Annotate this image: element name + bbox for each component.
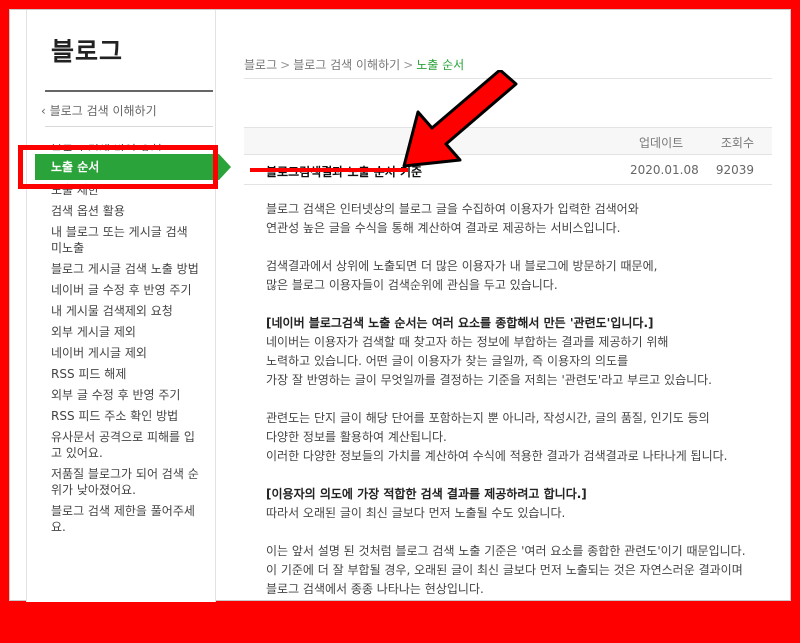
sidebar-item-search-reflect-request[interactable]: 블로그 검색 반영 요청 bbox=[51, 142, 201, 151]
paragraph: 관련도는 단지 글이 해당 단어를 포함하는지 뿐 아니라, 작성시간, 글의 … bbox=[266, 409, 766, 466]
text-line: 관련도는 단지 글이 해당 단어를 포함하는지 뿐 아니라, 작성시간, 글의 … bbox=[266, 411, 710, 425]
text-line: 많은 블로그 이용자들이 검색순위에 관심을 두고 있습니다. bbox=[266, 278, 558, 292]
row-date: 2020.01.08 bbox=[630, 163, 699, 177]
text-line: 블로그 검색은 인터넷상의 블로그 글을 수집하여 이용자가 입력한 검색어와 bbox=[266, 202, 639, 216]
text-line: 이 기준에 더 잘 부합될 경우, 오래된 글이 최신 글보다 먼저 노출되는 … bbox=[266, 563, 743, 577]
sidebar-item-naver-edit-cycle[interactable]: 네이버 글 수정 후 반영 주기 bbox=[51, 282, 201, 298]
sidebar-item-not-exposed[interactable]: 내 블로그 또는 게시글 검색 미노출 bbox=[51, 224, 201, 256]
sidebar-item-exposure-limit[interactable]: 노출 제한 bbox=[51, 182, 201, 198]
sidebar-item-exposure-method[interactable]: 블로그 게시글 검색 노출 방법 bbox=[51, 261, 201, 277]
sidebar-item-lift-restriction[interactable]: 블로그 검색 제한을 풀어주세 요. bbox=[51, 503, 201, 535]
divider bbox=[45, 126, 213, 127]
column-header-views: 조회수 bbox=[720, 136, 754, 150]
back-link-label: 블로그 검색 이해하기 bbox=[49, 104, 157, 118]
row-views: 92039 bbox=[715, 163, 754, 177]
sidebar-item-low-quality[interactable]: 저품질 블로그가 되어 검색 순 위가 낮아졌어요. bbox=[51, 466, 201, 498]
paragraph: 이는 앞서 설명 된 것처럼 블로그 검색 노출 기준은 '여러 요소를 종합한… bbox=[266, 542, 766, 599]
breadcrumb-item-blog[interactable]: 블로그 bbox=[244, 58, 277, 72]
sidebar: 블로그 ‹ 블로그 검색 이해하기 블로그 검색 반영 요청 노출 순서 노출 … bbox=[26, 10, 231, 602]
chevron-left-icon: ‹ bbox=[41, 104, 46, 118]
divider bbox=[45, 90, 213, 92]
annotation-arrow-icon bbox=[402, 70, 518, 168]
paragraph: [이용자의 의도에 가장 적합한 검색 결과를 제공하려고 합니다.] 따라서 … bbox=[266, 485, 766, 523]
paragraph: [네이버 블로그검색 노출 순서는 여러 요소를 종합해서 만든 '관련도'입니… bbox=[266, 314, 766, 390]
text-line: 가장 잘 반영하는 글이 무엇일까를 결정하는 기준을 저희는 '관련도'라고 … bbox=[266, 373, 712, 387]
sidebar-item-external-edit-cycle[interactable]: 외부 글 수정 후 반영 주기 bbox=[51, 387, 201, 403]
sidebar-item-exclude-request[interactable]: 내 게시물 검색제외 요청 bbox=[51, 303, 201, 319]
text-line: 네이버는 이용자가 검색할 때 찾고자 하는 정보에 부합하는 결과를 제공하기… bbox=[266, 335, 669, 349]
section-heading: [이용자의 의도에 가장 적합한 검색 결과를 제공하려고 합니다.] bbox=[266, 487, 587, 501]
text-line: 검색결과에서 상위에 노출되면 더 많은 이용자가 내 블로그에 방문하기 때문… bbox=[266, 259, 658, 273]
sidebar-item-rss-release[interactable]: RSS 피드 해제 bbox=[51, 366, 201, 382]
section-heading: [네이버 블로그검색 노출 순서는 여러 요소를 종합해서 만든 '관련도'입니… bbox=[266, 316, 654, 330]
sidebar-item-similar-attack[interactable]: 유사문서 공격으로 피해를 입 고 있어요. bbox=[51, 429, 201, 461]
sidebar-item-naver-exclude[interactable]: 네이버 게시글 제외 bbox=[51, 345, 201, 361]
text-line: 연관성 높은 글을 수식을 통해 계산하여 결과로 제공하는 서비스입니다. bbox=[266, 221, 621, 235]
text-line: 이러한 다양한 정보들의 가치를 계산하여 수식에 적용한 결과가 검색결과로 … bbox=[266, 449, 728, 463]
sidebar-item-search-options[interactable]: 검색 옵션 활용 bbox=[51, 203, 201, 219]
sidebar-menu: 블로그 검색 반영 요청 노출 순서 노출 제한 검색 옵션 활용 내 블로그 … bbox=[35, 142, 231, 540]
sidebar-item-exposure-order[interactable]: 노출 순서 bbox=[35, 154, 231, 180]
text-line: 노력하고 있습니다. 어떤 글이 이용자가 찾는 글일까, 즉 이용자의 의도를 bbox=[266, 354, 629, 368]
back-link[interactable]: ‹ 블로그 검색 이해하기 bbox=[41, 102, 157, 119]
text-line: 이는 앞서 설명 된 것처럼 블로그 검색 노출 기준은 '여러 요소를 종합한… bbox=[266, 544, 746, 558]
breadcrumb-separator: > bbox=[280, 58, 291, 72]
column-header-updated: 업데이트 bbox=[639, 136, 684, 150]
sidebar-title: 블로그 bbox=[51, 37, 124, 66]
paragraph: 블로그 검색은 인터넷상의 블로그 글을 수집하여 이용자가 입력한 검색어와 … bbox=[266, 200, 766, 238]
article-body: 블로그 검색은 인터넷상의 블로그 글을 수집하여 이용자가 입력한 검색어와 … bbox=[266, 200, 766, 618]
text-line: 블로그 검색에서 종종 나타나는 현상입니다. bbox=[266, 582, 484, 596]
paragraph: 검색결과에서 상위에 노출되면 더 많은 이용자가 내 블로그에 방문하기 때문… bbox=[266, 257, 766, 295]
sidebar-item-rss-address[interactable]: RSS 피드 주소 확인 방법 bbox=[51, 408, 201, 424]
text-line: 다양한 정보를 활용하여 계산됩니다. bbox=[266, 430, 447, 444]
text-line: 따라서 오래된 글이 최신 글보다 먼저 노출될 수도 있습니다. bbox=[266, 506, 566, 520]
sidebar-item-external-exclude[interactable]: 외부 게시글 제외 bbox=[51, 324, 201, 340]
